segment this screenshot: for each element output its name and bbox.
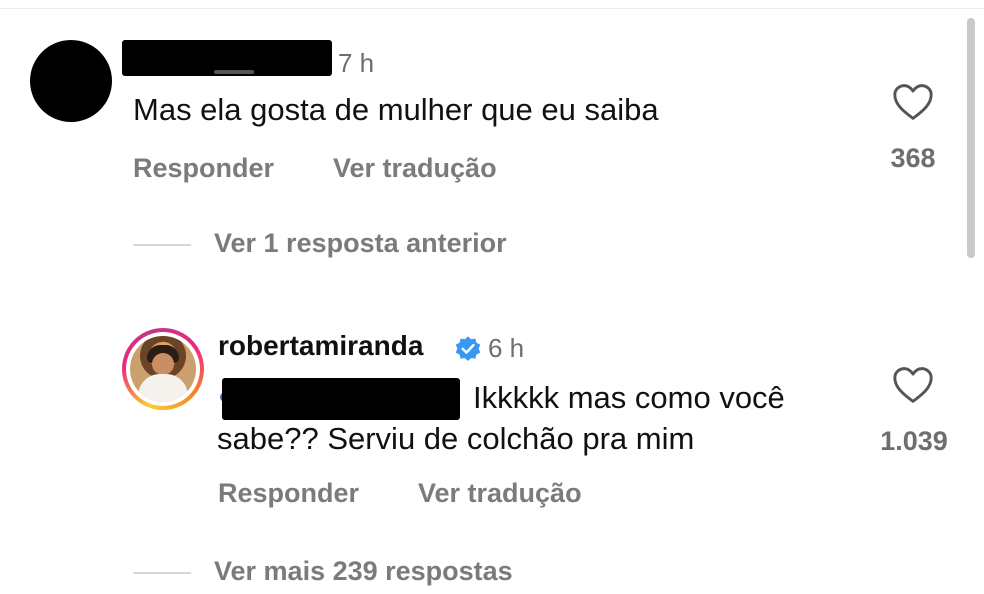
reply-username[interactable]: robertamiranda: [218, 330, 423, 362]
comment-text: Mas ela gosta de mulher que eu saiba: [133, 92, 659, 127]
comment-time: 7 h: [338, 48, 375, 78]
view-previous-replies-button[interactable]: Ver 1 resposta anterior: [214, 228, 507, 259]
avatar-photo: [130, 336, 196, 402]
translate-button[interactable]: Ver tradução: [333, 153, 497, 184]
like-count: 368: [890, 143, 936, 173]
like-count: 1.039: [880, 426, 948, 456]
translate-button[interactable]: Ver tradução: [418, 478, 582, 509]
redacted-mention: [222, 378, 460, 420]
reply-thread-line: [133, 572, 191, 574]
heart-outline-icon[interactable]: [891, 365, 935, 405]
reply-text-line1: Ikkkkk mas como você: [473, 380, 785, 415]
commenter-avatar-redacted[interactable]: [30, 40, 112, 122]
avatar: [126, 332, 200, 406]
verified-badge-icon: [455, 336, 481, 361]
reply-thread-line: [133, 244, 191, 246]
heart-outline-icon[interactable]: [891, 82, 935, 122]
view-more-replies-button[interactable]: Ver mais 239 respostas: [214, 556, 513, 587]
scrollbar[interactable]: [967, 18, 975, 258]
reply-button[interactable]: Responder: [218, 478, 359, 509]
reply-text-line2: sabe?? Serviu de colchão pra mim: [217, 421, 695, 456]
top-divider: [0, 0, 984, 9]
avatar-story-ring[interactable]: [122, 328, 204, 410]
reply-time: 6 h: [488, 333, 525, 363]
redacted-username-edge: [214, 70, 254, 74]
reply-button[interactable]: Responder: [133, 153, 274, 184]
